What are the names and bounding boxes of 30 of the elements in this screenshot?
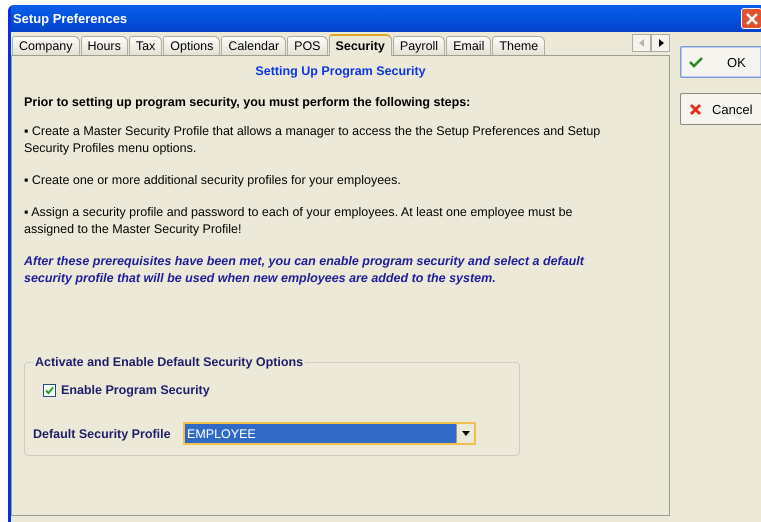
checkbox[interactable]	[43, 384, 56, 396]
tab[interactable]: Company	[12, 36, 80, 55]
tab[interactable]: Payroll	[392, 36, 446, 55]
close-button[interactable]	[741, 8, 761, 29]
tab[interactable]: POS	[287, 36, 328, 55]
field-label: Default Security Profile	[33, 426, 172, 440]
tab[interactable]: Theme	[492, 36, 546, 55]
checkmark-icon	[689, 56, 703, 68]
note-text: After these prerequisites have been met, you can enable program security and select a default security profile that will be used when new employees are added to the system.	[24, 253, 586, 287]
cancel-button[interactable]: Cancel	[680, 93, 761, 125]
close-icon	[689, 102, 702, 116]
window-title: Setup Preferences	[13, 11, 128, 26]
tab[interactable]: Tax	[128, 36, 162, 55]
dropdown[interactable]: EMPLOYEE	[183, 422, 476, 445]
close-icon	[744, 12, 758, 26]
tab[interactable]: Options	[163, 36, 220, 55]
caret-icon	[462, 431, 470, 436]
tab[interactable]: Calendar	[221, 36, 286, 55]
step-text: ▪ Create one or more additional security profiles for your employees.	[24, 172, 402, 189]
ok-button[interactable]: OK	[680, 46, 761, 78]
scroll-right-button[interactable]	[651, 34, 670, 52]
tab[interactable]: Email	[446, 36, 492, 55]
tab[interactable]: Hours	[80, 36, 128, 55]
checkbox-label: Enable Program Security	[61, 383, 210, 397]
group-title: Activate and Enable Default Security Options	[34, 355, 304, 369]
step-text: ▪ Assign a security profile and password to each of your employees. At least one employee must be assigned to the Master Security Profile!	[24, 204, 574, 238]
step-text: ▪ Create a Master Security Profile that allows a manager to access the the Setup Preferences and Setup Security Profiles menu options.	[24, 123, 602, 157]
tab[interactable]: Security	[328, 34, 392, 56]
section-heading: Setting Up Program Security	[254, 64, 427, 78]
instruction-text: Prior to setting up program security, you must perform the following steps:	[24, 95, 472, 109]
